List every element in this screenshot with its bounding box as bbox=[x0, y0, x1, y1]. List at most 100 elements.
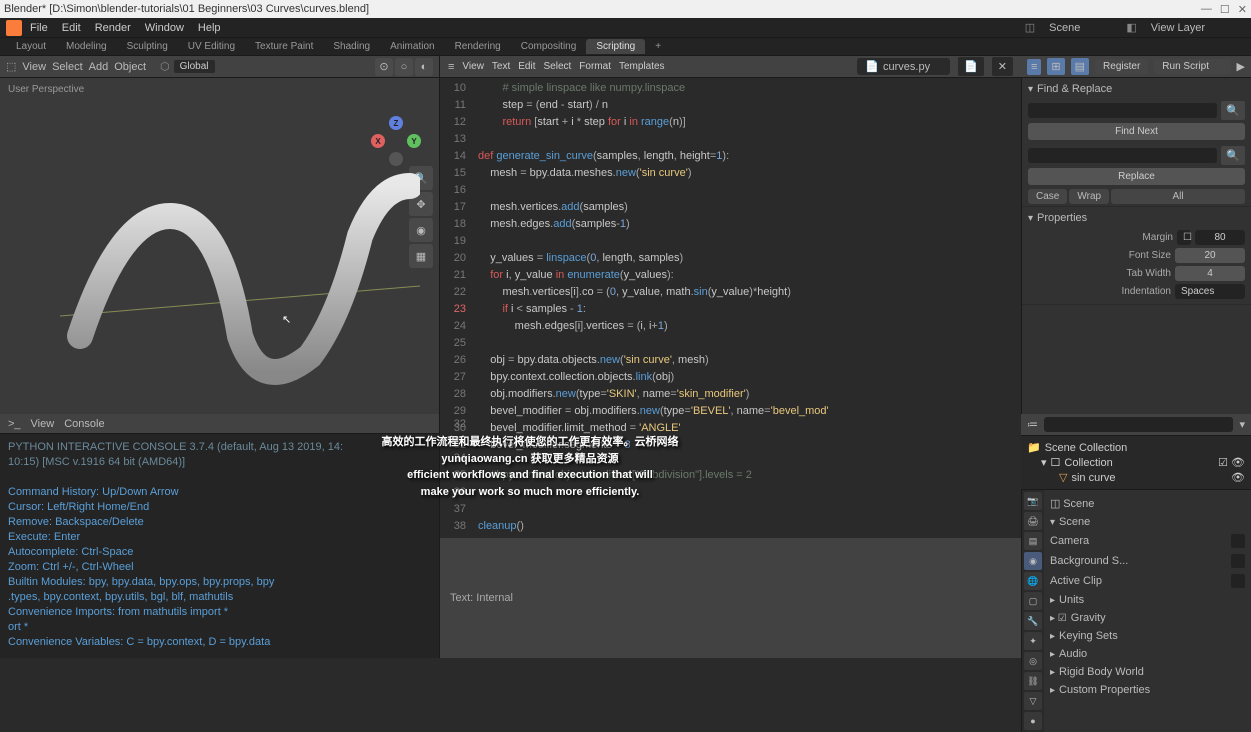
find-next-button[interactable]: Find Next bbox=[1028, 123, 1245, 140]
code-line[interactable]: 12 return [start + i * step for i in ran… bbox=[440, 114, 1021, 131]
te-menu-select[interactable]: Select bbox=[544, 61, 572, 72]
3d-viewport[interactable]: ⬚ View Select Add Object ⬡ Global ⊙ ○ ◐ … bbox=[0, 56, 440, 414]
replace-button[interactable]: Replace bbox=[1028, 168, 1245, 185]
all-toggle[interactable]: All bbox=[1111, 189, 1245, 204]
prop-tab-object-icon[interactable]: ▢ bbox=[1024, 592, 1042, 610]
outliner-root[interactable]: 📁Scene Collection bbox=[1027, 440, 1245, 455]
tab-rendering[interactable]: Rendering bbox=[445, 39, 511, 54]
code-line[interactable]: 30 bevel_modifier.limit_method = 'ANGLE' bbox=[440, 420, 1021, 437]
close-icon[interactable]: ✕ bbox=[1238, 3, 1247, 16]
prop-tab-scene-icon[interactable]: ◉ bbox=[1024, 552, 1042, 570]
toggle-3-icon[interactable]: ▤ bbox=[1071, 58, 1089, 75]
blender-logo-icon[interactable] bbox=[6, 20, 22, 36]
tab-scripting[interactable]: Scripting bbox=[586, 39, 645, 54]
menu-file[interactable]: File bbox=[24, 20, 54, 36]
code-line[interactable]: 24 mesh.edges[i].vertices = (i, i+1) bbox=[440, 318, 1021, 335]
prop-tab-output-icon[interactable]: 🖨 bbox=[1024, 512, 1042, 530]
code-line[interactable]: 35 #bpy.context.object.modifiers["Subdiv… bbox=[440, 467, 1021, 484]
clip-field[interactable] bbox=[1231, 574, 1245, 588]
te-menu-format[interactable]: Format bbox=[579, 61, 611, 72]
register-button[interactable]: Register bbox=[1095, 59, 1148, 74]
vp-menu-select[interactable]: Select bbox=[52, 61, 83, 73]
camera-field[interactable] bbox=[1231, 534, 1245, 548]
filter-icon[interactable]: ▾ bbox=[1239, 418, 1245, 431]
code-line[interactable]: 22 mesh.vertices[i].co = (0, y_value, ma… bbox=[440, 284, 1021, 301]
console-menu-console[interactable]: Console bbox=[64, 418, 104, 430]
tab-compositing[interactable]: Compositing bbox=[511, 39, 587, 54]
code-line[interactable]: 10 # simple linspace like numpy.linspace bbox=[440, 80, 1021, 97]
te-menu-view[interactable]: View bbox=[462, 61, 484, 72]
code-line[interactable]: 17 mesh.vertices.add(samples) bbox=[440, 199, 1021, 216]
prop-tab-physics-icon[interactable]: ◎ bbox=[1024, 652, 1042, 670]
menu-window[interactable]: Window bbox=[139, 20, 190, 36]
transform-orient[interactable]: Global bbox=[174, 60, 215, 73]
menu-edit[interactable]: Edit bbox=[56, 20, 87, 36]
outliner-collection[interactable]: ▾☐Collection☑ 👁 bbox=[1027, 455, 1245, 470]
fontsize-value[interactable]: 20 bbox=[1175, 248, 1245, 263]
replace-search-icon[interactable]: 🔍 bbox=[1221, 146, 1245, 165]
vp-menu-add[interactable]: Add bbox=[89, 61, 109, 73]
code-line[interactable]: 21 for i, y_value in enumerate(y_values)… bbox=[440, 267, 1021, 284]
console-menu-view[interactable]: View bbox=[31, 418, 55, 430]
menu-render[interactable]: Render bbox=[89, 20, 137, 36]
tab-texture[interactable]: Texture Paint bbox=[245, 39, 323, 54]
code-line[interactable]: 38cleanup() bbox=[440, 518, 1021, 535]
minimize-icon[interactable]: — bbox=[1201, 3, 1212, 16]
snap-icon[interactable]: ⊙ bbox=[375, 58, 393, 76]
code-line[interactable]: 37 bbox=[440, 501, 1021, 518]
prop-tab-viewlayer-icon[interactable]: ▤ bbox=[1024, 532, 1042, 550]
wrap-toggle[interactable]: Wrap bbox=[1069, 189, 1109, 204]
indent-value[interactable]: Spaces bbox=[1175, 284, 1245, 299]
prop-tab-data-icon[interactable]: ▽ bbox=[1024, 692, 1042, 710]
find-search-icon[interactable]: 🔍 bbox=[1221, 101, 1245, 120]
code-line[interactable]: 28 obj.modifiers.new(type='SKIN', name='… bbox=[440, 386, 1021, 403]
tab-layout[interactable]: Layout bbox=[6, 39, 56, 54]
code-line[interactable]: 29 bevel_modifier = obj.modifiers.new(ty… bbox=[440, 403, 1021, 420]
code-line[interactable]: 19 bbox=[440, 233, 1021, 250]
text-filename[interactable]: 📄 curves.py bbox=[857, 58, 950, 75]
run-icon[interactable]: ▶ bbox=[1237, 60, 1245, 73]
viewlayer-selector[interactable]: View Layer bbox=[1143, 20, 1245, 36]
menu-help[interactable]: Help bbox=[192, 20, 227, 36]
units-section[interactable]: ▸ Units bbox=[1050, 591, 1245, 609]
replace-input[interactable] bbox=[1028, 148, 1217, 163]
close-file-icon[interactable]: ✕ bbox=[992, 57, 1013, 76]
prop-tab-material-icon[interactable]: ● bbox=[1024, 712, 1042, 730]
outliner-search[interactable] bbox=[1044, 417, 1233, 432]
code-line[interactable]: 27 bpy.context.collection.objects.link(o… bbox=[440, 369, 1021, 386]
maximize-icon[interactable]: ☐ bbox=[1220, 3, 1230, 16]
tabwidth-value[interactable]: 4 bbox=[1175, 266, 1245, 281]
vp-menu-view[interactable]: View bbox=[22, 61, 46, 73]
rigidbody-section[interactable]: ▸ Rigid Body World bbox=[1050, 663, 1245, 681]
code-line[interactable]: 23 if i < samples - 1: bbox=[440, 301, 1021, 318]
editor-type-icon[interactable]: ≡ bbox=[448, 61, 454, 73]
scene-section[interactable]: ▾ Scene bbox=[1050, 513, 1245, 531]
toggle-1-icon[interactable]: ≡ bbox=[1027, 59, 1041, 75]
code-line[interactable]: 25 bbox=[440, 335, 1021, 352]
shading-icon[interactable]: ◐ bbox=[415, 58, 433, 76]
prop-tab-world-icon[interactable]: 🌐 bbox=[1024, 572, 1042, 590]
properties-header[interactable]: ▾ Properties bbox=[1028, 209, 1245, 227]
run-script-button[interactable]: Run Script bbox=[1154, 59, 1230, 74]
code-line[interactable]: 31 bevel_modifier.segments = 3 bbox=[440, 437, 1021, 454]
console-editor-icon[interactable]: >_ bbox=[8, 418, 21, 430]
code-line[interactable]: 20 y_values = linspace(0, length, sample… bbox=[440, 250, 1021, 267]
prop-tab-render-icon[interactable]: 📷 bbox=[1024, 492, 1042, 510]
editor-type-icon[interactable]: ⬚ bbox=[6, 60, 16, 73]
prop-tab-particle-icon[interactable]: ✦ bbox=[1024, 632, 1042, 650]
vp-menu-object[interactable]: Object bbox=[114, 61, 146, 73]
tab-add[interactable]: + bbox=[645, 39, 671, 54]
gravity-section[interactable]: ▸ ☑ Gravity bbox=[1050, 609, 1245, 627]
code-line[interactable]: 26 obj = bpy.data.objects.new('sin curve… bbox=[440, 352, 1021, 369]
new-file-icon[interactable]: 📄 bbox=[958, 57, 984, 76]
code-line[interactable]: 13 bbox=[440, 131, 1021, 148]
case-toggle[interactable]: Case bbox=[1028, 189, 1067, 204]
tab-uv[interactable]: UV Editing bbox=[178, 39, 245, 54]
tab-sculpting[interactable]: Sculpting bbox=[117, 39, 178, 54]
te-menu-edit[interactable]: Edit bbox=[518, 61, 535, 72]
toggle-2-icon[interactable]: ⊞ bbox=[1047, 58, 1064, 75]
code-line[interactable]: 18 mesh.edges.add(samples-1) bbox=[440, 216, 1021, 233]
customprops-section[interactable]: ▸ Custom Properties bbox=[1050, 681, 1245, 699]
tab-shading[interactable]: Shading bbox=[323, 39, 380, 54]
scene-selector[interactable]: Scene bbox=[1041, 20, 1120, 36]
